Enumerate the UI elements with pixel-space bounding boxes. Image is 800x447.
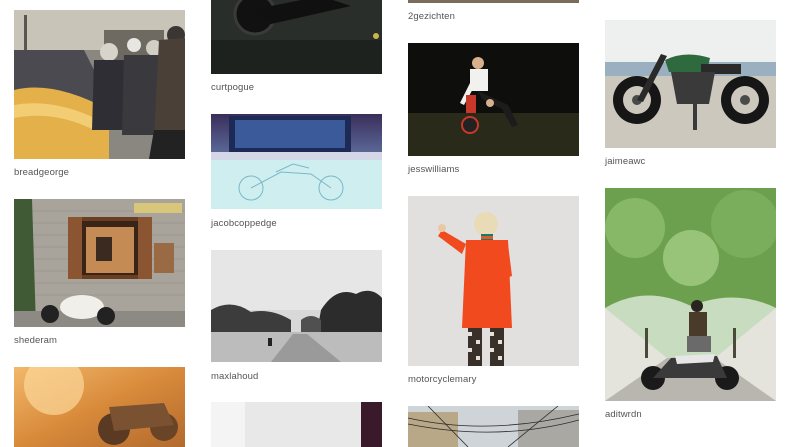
photo-white-wall[interactable] bbox=[211, 402, 382, 447]
photo-orange-dress-portrait[interactable] bbox=[408, 196, 579, 366]
photo-golden-motorcycle[interactable] bbox=[14, 367, 185, 447]
caption-username[interactable]: maxlahoud bbox=[211, 371, 258, 382]
photo-street-traffic[interactable] bbox=[14, 10, 185, 159]
photo-dark-motorcycle[interactable] bbox=[211, 0, 382, 74]
photo-bw-road-trees[interactable] bbox=[211, 250, 382, 362]
photo-green-motorcycle[interactable] bbox=[605, 20, 776, 148]
caption-username[interactable]: jacobcoppedge bbox=[211, 218, 277, 229]
photo-brick-window-scooter[interactable] bbox=[14, 199, 185, 327]
photo-laptop-sketch[interactable] bbox=[211, 114, 382, 209]
caption-username[interactable]: shederam bbox=[14, 335, 57, 346]
photo-man-minibike-night[interactable] bbox=[408, 43, 579, 156]
photo-rider-tree-road[interactable] bbox=[605, 188, 776, 401]
caption-username[interactable]: aditwrdn bbox=[605, 409, 642, 420]
caption-username[interactable]: curtpogue bbox=[211, 82, 254, 93]
caption-username[interactable]: jesswilliams bbox=[408, 164, 459, 175]
caption-username[interactable]: motorcyclemary bbox=[408, 374, 476, 385]
caption-username[interactable]: breadgeorge bbox=[14, 167, 69, 178]
caption-username[interactable]: 2gezichten bbox=[408, 11, 455, 22]
photo-city-wires[interactable] bbox=[408, 406, 579, 447]
photo-top-cropped[interactable] bbox=[408, 0, 579, 3]
caption-username[interactable]: jaimeawc bbox=[605, 156, 645, 167]
